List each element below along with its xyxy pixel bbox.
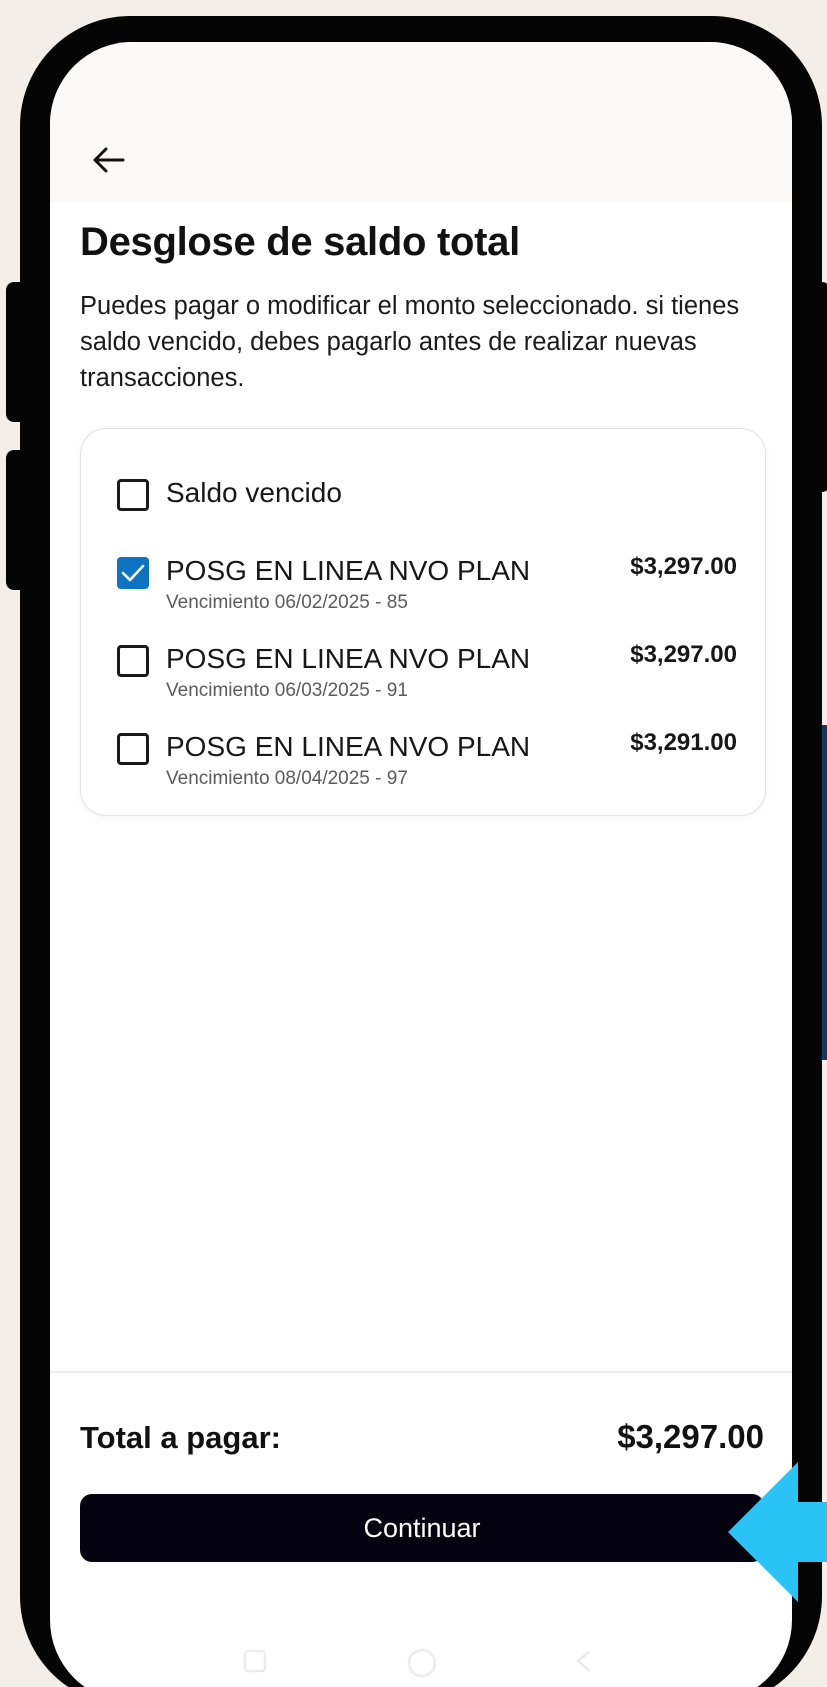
item-amount: $3,291.00 — [630, 729, 737, 756]
balance-items-card: Saldo vencido POSG EN LINEA NVO PLAN Ven… — [80, 428, 766, 816]
checkbox-charge-3[interactable] — [117, 733, 149, 765]
back-button[interactable] — [84, 138, 132, 186]
recent-apps-icon[interactable] — [240, 1646, 270, 1681]
checkmark-icon — [121, 564, 145, 582]
stage: Desglose de saldo total Puedes pagar o m… — [0, 0, 827, 1687]
continue-button[interactable]: Continuar — [80, 1494, 764, 1562]
checkbox-charge-1[interactable] — [117, 557, 149, 589]
phone-screen: Desglose de saldo total Puedes pagar o m… — [50, 42, 792, 1687]
arrow-left-icon — [91, 146, 125, 179]
home-icon[interactable] — [405, 1646, 439, 1685]
total-value: $3,297.00 — [617, 1418, 764, 1455]
top-area — [50, 42, 792, 202]
item-due-date: Vencimiento 08/04/2025 - 97 — [166, 768, 408, 789]
total-label: Total a pagar: — [80, 1420, 281, 1455]
item-label: Saldo vencido — [166, 477, 342, 508]
checkbox-saldo-vencido[interactable] — [117, 479, 149, 511]
page-title: Desglose de saldo total — [80, 220, 520, 264]
item-amount: $3,297.00 — [630, 553, 737, 580]
item-label: POSG EN LINEA NVO PLAN — [166, 555, 531, 586]
back-nav-icon[interactable] — [570, 1646, 600, 1681]
pointer-arrow-icon — [728, 1462, 827, 1602]
footer-divider — [50, 1371, 792, 1373]
item-label: POSG EN LINEA NVO PLAN — [166, 643, 531, 674]
page-description: Puedes pagar o modificar el monto selecc… — [80, 292, 740, 392]
item-label: POSG EN LINEA NVO PLAN — [166, 731, 531, 762]
item-amount: $3,297.00 — [630, 641, 737, 668]
checkbox-charge-2[interactable] — [117, 645, 149, 677]
system-nav-bar — [50, 1632, 792, 1687]
item-due-date: Vencimiento 06/02/2025 - 85 — [166, 592, 408, 613]
item-due-date: Vencimiento 06/03/2025 - 91 — [166, 680, 408, 701]
